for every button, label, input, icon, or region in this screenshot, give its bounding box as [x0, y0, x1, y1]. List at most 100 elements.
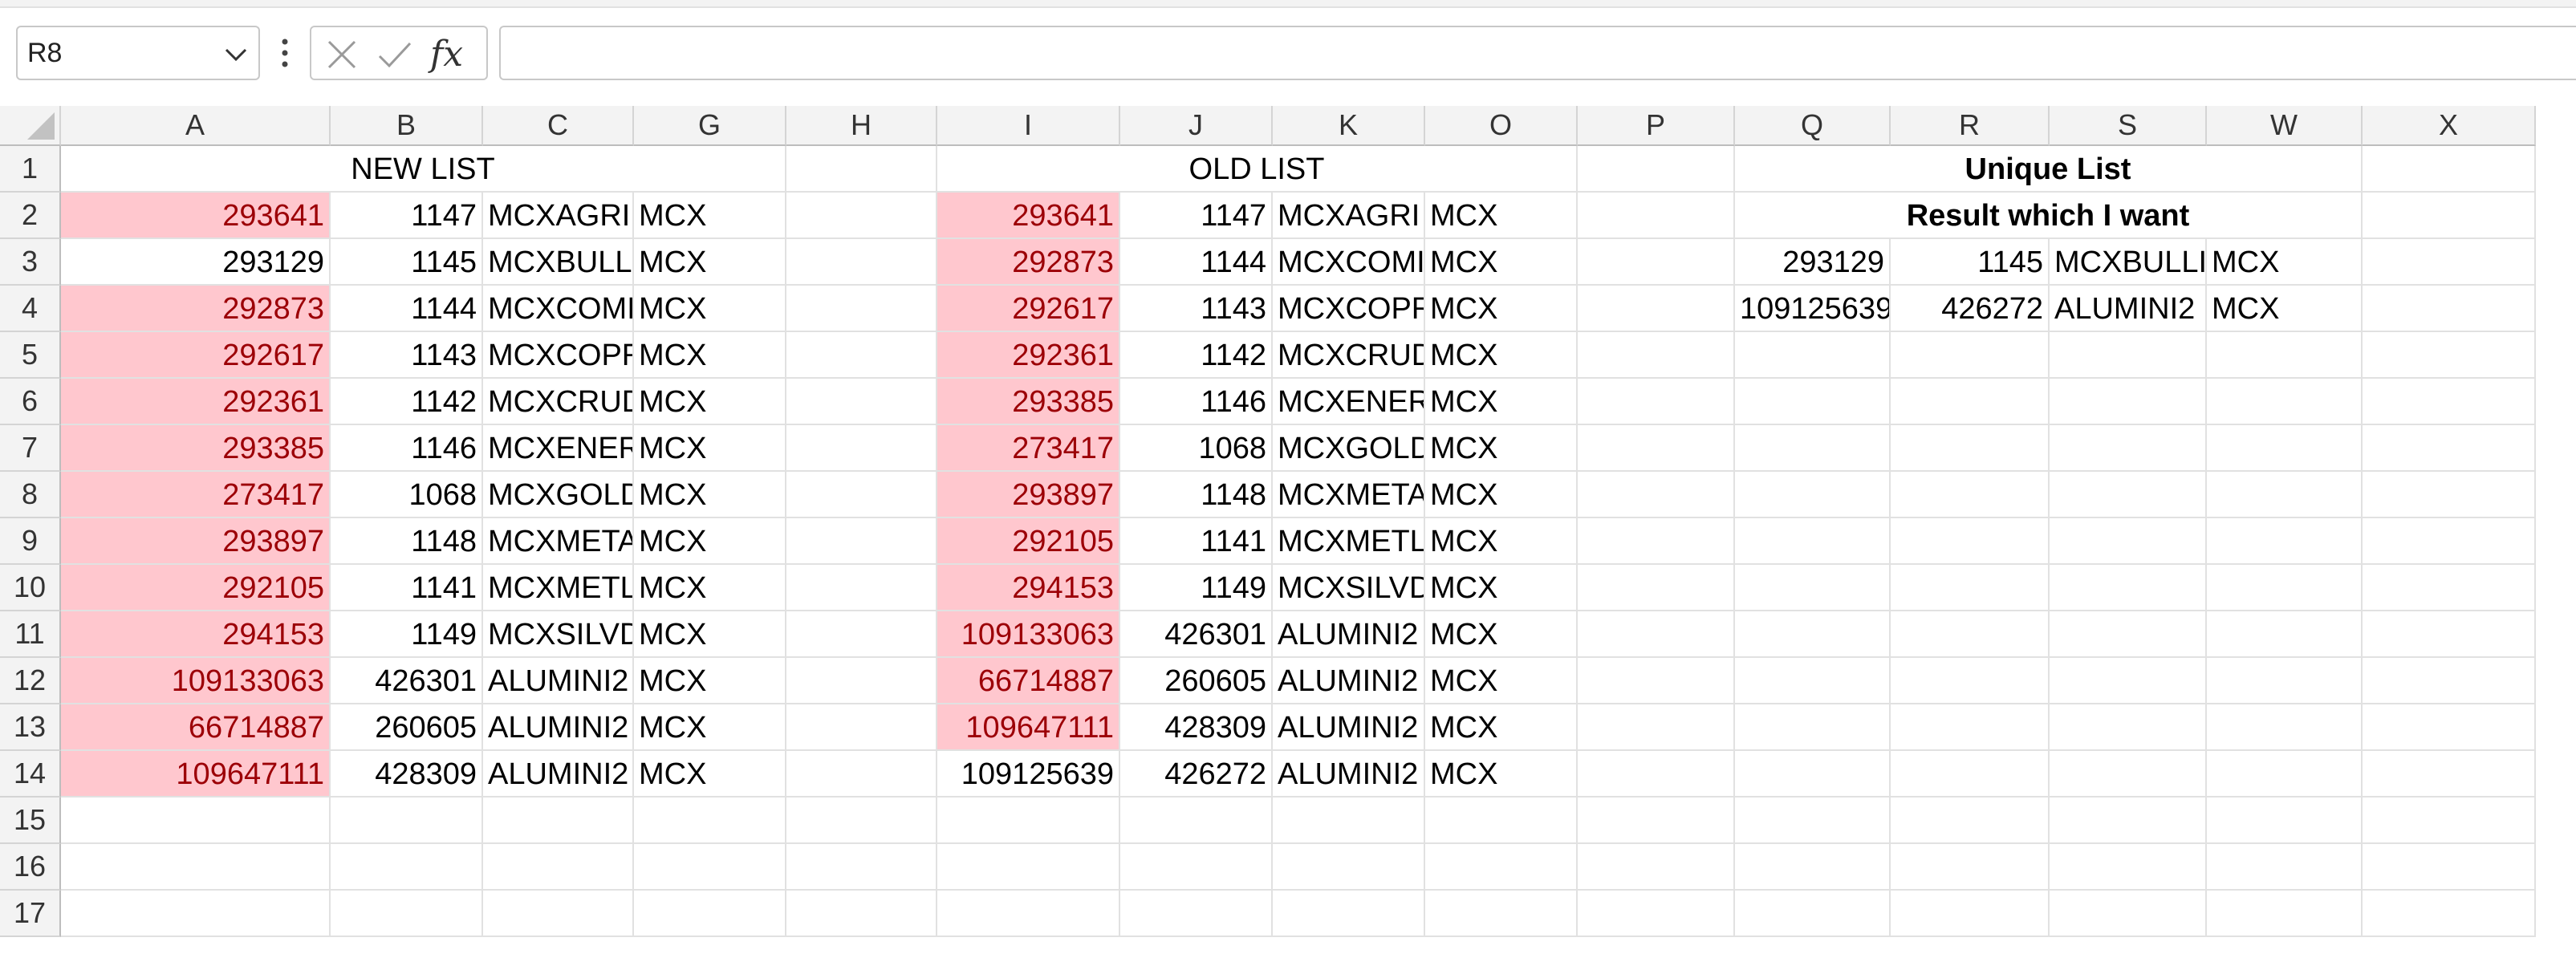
- cell[interactable]: [483, 798, 634, 844]
- cell[interactable]: [2050, 611, 2207, 658]
- cell[interactable]: [786, 798, 937, 844]
- cell[interactable]: [1578, 146, 1735, 193]
- column-header-j[interactable]: J: [1120, 106, 1273, 146]
- new-list-id-cell[interactable]: 293897: [61, 518, 331, 565]
- cell[interactable]: [786, 332, 937, 379]
- cell[interactable]: [2363, 751, 2536, 798]
- new-list-code-cell[interactable]: 1149: [331, 611, 483, 658]
- result-exchange-cell[interactable]: MCX: [2207, 286, 2363, 332]
- new-list-exchange-cell[interactable]: MCX: [634, 658, 786, 704]
- more-options-icon[interactable]: [274, 35, 295, 71]
- row-header-2[interactable]: 2: [0, 193, 61, 239]
- cell[interactable]: [2207, 565, 2363, 611]
- cell[interactable]: [1891, 658, 2050, 704]
- old-list-symbol-cell[interactable]: MCXCOMI: [1273, 239, 1425, 286]
- cell[interactable]: [1578, 193, 1735, 239]
- cell[interactable]: [2363, 379, 2536, 425]
- cell[interactable]: [786, 518, 937, 565]
- new-list-symbol-cell[interactable]: MCXGOLD: [483, 472, 634, 518]
- new-list-symbol-cell[interactable]: MCXCOMI: [483, 286, 634, 332]
- row-header-7[interactable]: 7: [0, 425, 61, 472]
- old-list-code-cell[interactable]: 1143: [1120, 286, 1273, 332]
- old-list-exchange-cell[interactable]: MCX: [1425, 239, 1578, 286]
- cell[interactable]: [1735, 751, 1891, 798]
- cell[interactable]: [786, 146, 937, 193]
- new-list-id-cell[interactable]: 293385: [61, 425, 331, 472]
- cell[interactable]: [2207, 658, 2363, 704]
- cell[interactable]: [2363, 425, 2536, 472]
- old-list-symbol-cell[interactable]: MCXCOPR: [1273, 286, 1425, 332]
- old-list-id-cell[interactable]: 66714887: [937, 658, 1120, 704]
- enter-icon[interactable]: [377, 39, 412, 71]
- cell[interactable]: [1735, 844, 1891, 891]
- new-list-code-cell[interactable]: 1142: [331, 379, 483, 425]
- old-list-symbol-cell[interactable]: ALUMINI2: [1273, 611, 1425, 658]
- cell[interactable]: [1735, 611, 1891, 658]
- cell[interactable]: [2363, 658, 2536, 704]
- new-list-exchange-cell[interactable]: MCX: [634, 704, 786, 751]
- old-list-exchange-cell[interactable]: MCX: [1425, 565, 1578, 611]
- cell[interactable]: [1891, 798, 2050, 844]
- new-list-exchange-cell[interactable]: MCX: [634, 193, 786, 239]
- cell[interactable]: [634, 844, 786, 891]
- new-list-symbol-cell[interactable]: ALUMINI2: [483, 658, 634, 704]
- old-list-exchange-cell[interactable]: MCX: [1425, 751, 1578, 798]
- new-list-id-cell[interactable]: 109647111: [61, 751, 331, 798]
- cell[interactable]: [786, 565, 937, 611]
- cell[interactable]: [634, 798, 786, 844]
- old-list-exchange-cell[interactable]: MCX: [1425, 704, 1578, 751]
- new-list-exchange-cell[interactable]: MCX: [634, 472, 786, 518]
- old-list-id-cell[interactable]: 292617: [937, 286, 1120, 332]
- new-list-id-cell[interactable]: 293129: [61, 239, 331, 286]
- old-list-code-cell[interactable]: 1144: [1120, 239, 1273, 286]
- old-list-code-cell[interactable]: 1142: [1120, 332, 1273, 379]
- cell[interactable]: [2363, 844, 2536, 891]
- old-list-title[interactable]: OLD LIST: [937, 146, 1578, 193]
- old-list-symbol-cell[interactable]: MCXAGRI: [1273, 193, 1425, 239]
- new-list-id-cell[interactable]: 273417: [61, 472, 331, 518]
- row-header-3[interactable]: 3: [0, 239, 61, 286]
- column-header-g[interactable]: G: [634, 106, 786, 146]
- row-header-8[interactable]: 8: [0, 472, 61, 518]
- cell[interactable]: [1891, 891, 2050, 937]
- cell[interactable]: [1735, 518, 1891, 565]
- cell[interactable]: [786, 611, 937, 658]
- new-list-symbol-cell[interactable]: MCXAGRI: [483, 193, 634, 239]
- cell[interactable]: [1425, 844, 1578, 891]
- result-label[interactable]: Result which I want: [1735, 193, 2363, 239]
- row-header-11[interactable]: 11: [0, 611, 61, 658]
- cell[interactable]: [1578, 891, 1735, 937]
- cell[interactable]: [786, 844, 937, 891]
- cell[interactable]: [1735, 658, 1891, 704]
- cell[interactable]: [2050, 379, 2207, 425]
- cell[interactable]: [1735, 472, 1891, 518]
- column-header-p[interactable]: P: [1578, 106, 1735, 146]
- cell[interactable]: [2363, 193, 2536, 239]
- cell[interactable]: [2363, 611, 2536, 658]
- new-list-id-cell[interactable]: 292105: [61, 565, 331, 611]
- new-list-symbol-cell[interactable]: MCXBULLI: [483, 239, 634, 286]
- old-list-id-cell[interactable]: 109125639: [937, 751, 1120, 798]
- old-list-code-cell[interactable]: 428309: [1120, 704, 1273, 751]
- column-header-i[interactable]: I: [937, 106, 1120, 146]
- old-list-exchange-cell[interactable]: MCX: [1425, 379, 1578, 425]
- new-list-code-cell[interactable]: 1144: [331, 286, 483, 332]
- old-list-symbol-cell[interactable]: MCXMETA: [1273, 472, 1425, 518]
- new-list-code-cell[interactable]: 428309: [331, 751, 483, 798]
- result-symbol-cell[interactable]: MCXBULLI: [2050, 239, 2207, 286]
- cell[interactable]: [1891, 379, 2050, 425]
- new-list-symbol-cell[interactable]: ALUMINI2: [483, 751, 634, 798]
- cell[interactable]: [1425, 798, 1578, 844]
- old-list-symbol-cell[interactable]: MCXGOLD: [1273, 425, 1425, 472]
- new-list-code-cell[interactable]: 1146: [331, 425, 483, 472]
- row-header-6[interactable]: 6: [0, 379, 61, 425]
- old-list-code-cell[interactable]: 1149: [1120, 565, 1273, 611]
- old-list-id-cell[interactable]: 293385: [937, 379, 1120, 425]
- result-symbol-cell[interactable]: ALUMINI2: [2050, 286, 2207, 332]
- cell[interactable]: [786, 379, 937, 425]
- cell[interactable]: [2050, 425, 2207, 472]
- cell[interactable]: [1891, 611, 2050, 658]
- cell[interactable]: [1273, 891, 1425, 937]
- cell[interactable]: [1578, 286, 1735, 332]
- result-id-cell[interactable]: 293129: [1735, 239, 1891, 286]
